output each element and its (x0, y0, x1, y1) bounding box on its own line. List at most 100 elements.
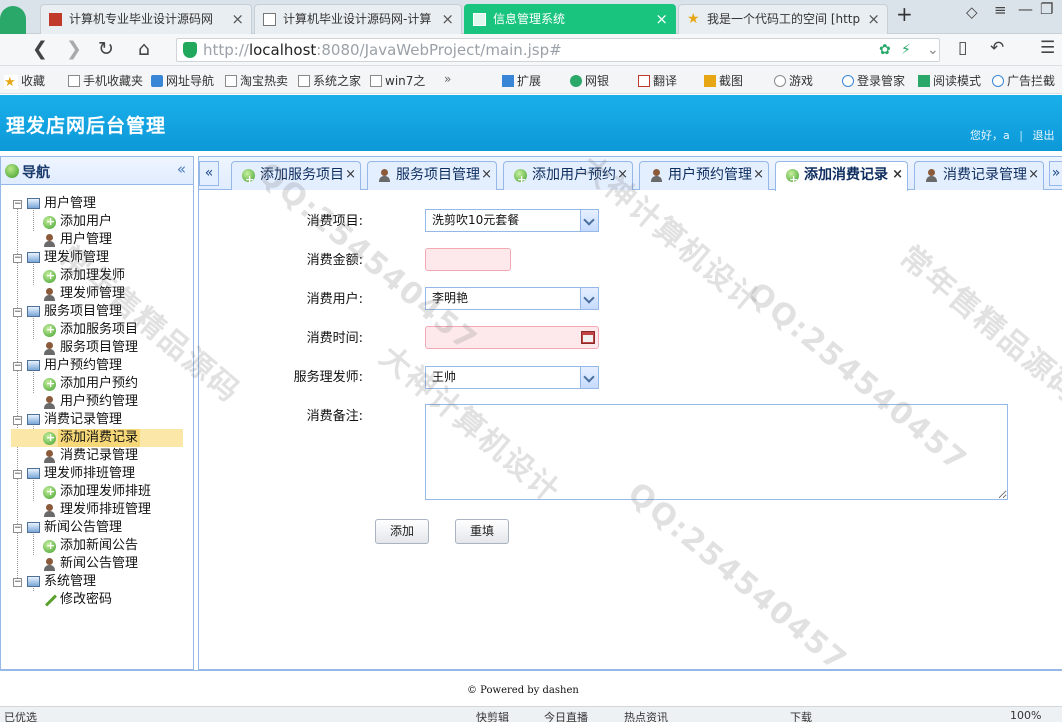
browser-tab-3-active[interactable]: 信息管理系统 × (464, 4, 676, 34)
item-select[interactable]: 洗剪吹10元套餐 (425, 209, 599, 232)
collapse-panel-icon[interactable]: « (177, 160, 186, 178)
nav-item-add-schedule[interactable]: 添加理发师排班 (1, 483, 193, 501)
more-bookmarks-icon[interactable]: » (444, 72, 451, 86)
collapse-node-icon[interactable]: − (13, 254, 22, 263)
bookmark-mobile[interactable]: 手机收藏夹 (68, 72, 143, 89)
tablet-icon[interactable]: ▯ (958, 38, 967, 58)
tab-consume-manage[interactable]: 消费记录管理 × (914, 161, 1044, 190)
back-arrow-icon[interactable]: ❮ (32, 38, 48, 60)
bookmark-win7[interactable]: win7之 (370, 72, 425, 89)
toolbar-bank[interactable]: 网银 (570, 72, 609, 89)
nav-item-schedule-manage[interactable]: 理发师排班管理 (1, 501, 193, 519)
browser-tab-2[interactable]: 计算机毕业设计源码网-计算 × (254, 4, 462, 34)
menu-icon[interactable]: ≡ (994, 1, 1007, 19)
nav-item-add-consume-selected[interactable]: 添加消费记录 (1, 429, 193, 447)
nav-item-add-service[interactable]: 添加服务项目 (1, 321, 193, 339)
nav-group-barber[interactable]: − 理发师管理 (1, 249, 193, 267)
close-tab-icon[interactable]: × (867, 5, 880, 33)
zoom-level[interactable]: 100% (1010, 709, 1041, 722)
minimize-button[interactable]: — (1018, 0, 1033, 18)
address-bar[interactable]: http://localhost:8080/JavaWebProject/mai… (176, 38, 940, 62)
tab-add-booking[interactable]: 添加用户预约× (503, 161, 633, 193)
memo-textarea[interactable] (425, 404, 1008, 500)
tab-booking-manage[interactable]: 用户预约管理 × (639, 161, 769, 190)
close-tab-icon[interactable]: × (617, 161, 628, 188)
close-tab-icon[interactable]: × (441, 5, 454, 33)
toolbar-adblock[interactable]: 广告拦截 (992, 72, 1055, 89)
tab-add-consume-active[interactable]: 添加消费记录× (775, 161, 908, 193)
reload-icon[interactable]: ↻ (98, 38, 114, 60)
toolbar-screenshot[interactable]: 截图 (704, 72, 743, 89)
nav-item-add-booking[interactable]: 添加用户预约 (1, 375, 193, 393)
nav-item-change-password[interactable]: 修改密码 (1, 591, 193, 609)
tab-scroll-right-icon[interactable]: » (1049, 161, 1062, 186)
bookmark-nav[interactable]: 网址导航 (151, 72, 214, 89)
nav-item-service-manage[interactable]: 服务项目管理 (1, 339, 193, 357)
tab-service-manage[interactable]: 服务项目管理 × (367, 161, 497, 190)
user-select[interactable]: 李明艳 (425, 287, 599, 310)
collapse-node-icon[interactable]: − (13, 470, 22, 479)
forward-arrow-icon[interactable]: ❯ (66, 38, 82, 60)
nav-group-schedule[interactable]: − 理发师排班管理 (1, 465, 193, 483)
toolbar-extensions[interactable]: 扩展 (502, 72, 541, 89)
browser-tab-4[interactable]: ★ 我是一个代码工的空间 [http × (678, 4, 888, 34)
logout-link[interactable]: 退出 (1032, 129, 1054, 142)
bookmark-favorites[interactable]: ★ 收藏 (4, 72, 45, 90)
status-download[interactable]: 下载 (790, 709, 812, 722)
toolbar-login-manager[interactable]: 登录管家 (842, 72, 905, 89)
bookmark-taobao[interactable]: 淘宝热卖 (225, 72, 288, 89)
nav-item-barber-manage[interactable]: 理发师管理 (1, 285, 193, 303)
home-icon[interactable]: ⌂ (138, 38, 150, 60)
bookmark-xitong[interactable]: 系统之家 (298, 72, 361, 89)
time-input[interactable] (425, 326, 599, 349)
collapse-node-icon[interactable]: − (13, 362, 22, 371)
nav-group-user[interactable]: − 用户管理 (1, 195, 193, 213)
status-live[interactable]: 今日直播 (544, 709, 588, 722)
collapse-node-icon[interactable]: − (13, 524, 22, 533)
chevron-down-icon[interactable] (580, 210, 598, 231)
toolbar-games[interactable]: 游戏 (774, 72, 813, 89)
nav-item-booking-manage[interactable]: 用户预约管理 (1, 393, 193, 411)
nav-group-consume[interactable]: − 消费记录管理 (1, 411, 193, 429)
barber-select[interactable]: 王帅 (425, 366, 599, 389)
nav-item-user-manage[interactable]: 用户管理 (1, 231, 193, 249)
nav-group-news[interactable]: − 新闻公告管理 (1, 519, 193, 537)
nav-item-add-news[interactable]: 添加新闻公告 (1, 537, 193, 555)
status-news[interactable]: 热点资讯 (624, 709, 668, 722)
new-tab-button[interactable]: + (896, 2, 913, 26)
close-tab-icon[interactable]: × (753, 161, 764, 188)
speed-icon[interactable]: ✿ (879, 42, 891, 58)
nav-item-consume-manage[interactable]: 消费记录管理 (1, 447, 193, 465)
nav-item-news-manage[interactable]: 新闻公告管理 (1, 555, 193, 573)
calendar-icon[interactable] (581, 331, 595, 344)
collapse-node-icon[interactable]: − (13, 578, 22, 587)
skin-icon[interactable]: ◇ (966, 3, 978, 21)
reset-button[interactable]: 重填 (455, 519, 509, 544)
toolbar-translate[interactable]: 翻译 (638, 72, 677, 89)
tab-add-service[interactable]: 添加服务项目× (231, 161, 361, 193)
toolbar-reading-mode[interactable]: 阅读模式 (918, 72, 981, 89)
collapse-node-icon[interactable]: − (13, 200, 22, 209)
close-tab-icon[interactable]: × (345, 161, 356, 188)
undo-icon[interactable]: ↶ (990, 38, 1004, 58)
close-tab-icon[interactable]: × (892, 161, 903, 188)
status-quick-clip[interactable]: 快剪辑 (476, 709, 509, 722)
nav-group-service[interactable]: − 服务项目管理 (1, 303, 193, 321)
close-tab-icon[interactable]: × (655, 5, 668, 33)
collapse-node-icon[interactable]: − (13, 308, 22, 317)
nav-group-system[interactable]: − 系统管理 (1, 573, 193, 591)
nav-item-add-barber[interactable]: 添加理发师 (1, 267, 193, 285)
collapse-node-icon[interactable]: − (13, 416, 22, 425)
close-tab-icon[interactable]: × (1028, 161, 1039, 188)
amount-input[interactable] (425, 248, 511, 271)
add-button[interactable]: 添加 (375, 519, 429, 544)
main-menu-icon[interactable]: ☰ (1040, 38, 1055, 58)
lightning-icon[interactable]: ⚡ (901, 42, 911, 58)
chevron-down-icon[interactable] (580, 367, 598, 388)
nav-item-add-user[interactable]: 添加用户 (1, 213, 193, 231)
close-tab-icon[interactable]: × (481, 161, 492, 188)
close-tab-icon[interactable]: × (231, 5, 244, 33)
nav-group-booking[interactable]: − 用户预约管理 (1, 357, 193, 375)
browser-tab-1[interactable]: 计算机专业毕业设计源码网 × (40, 4, 252, 34)
dropdown-icon[interactable]: ⌄ (927, 42, 939, 58)
